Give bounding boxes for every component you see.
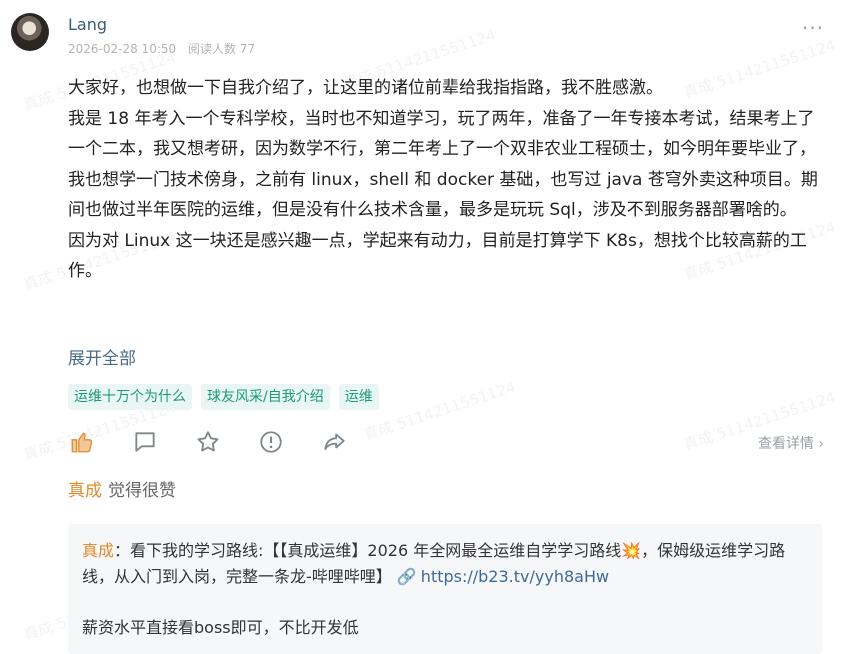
- chevron-right-icon: ›: [818, 436, 824, 452]
- commenter-name[interactable]: 真成: [82, 541, 114, 560]
- more-dots-icon[interactable]: ···: [802, 16, 824, 40]
- content-paragraph: 我是 18 年考入一个专科学校，当时也不知道学习，玩了两年，准备了一年专接本考试…: [68, 108, 818, 221]
- thumbs-up-icon[interactable]: [68, 428, 96, 456]
- comment-link[interactable]: https://b23.tv/yyh8aHw: [421, 567, 609, 586]
- liker-name[interactable]: 真成: [68, 481, 102, 501]
- view-detail-label: 查看详情: [757, 436, 814, 452]
- likes-line: 真成 觉得很赞: [68, 476, 176, 501]
- comment-item: 薪资水平直接看boss即可，不比开发低: [82, 618, 359, 637]
- post-content: 大家好，也想做一下自我介绍了，让这里的诸位前辈给我指指路，我不胜感激。 我是 1…: [68, 73, 828, 287]
- post-meta: 2026-02-28 10:50 阅读人数 77: [68, 40, 255, 57]
- comment-item: 真成：看下我的学习路线:【【真成运维】2026 年全网最全运维自学学习路线💥，保…: [82, 538, 806, 590]
- read-count: 阅读人数 77: [187, 42, 256, 56]
- author-name[interactable]: Lang: [68, 15, 107, 34]
- comment-box: 真成：看下我的学习路线:【【真成运维】2026 年全网最全运维自学学习路线💥，保…: [68, 524, 822, 654]
- share-icon[interactable]: [320, 428, 348, 456]
- action-bar: [68, 428, 383, 456]
- watermark: 真成 5114211551124: [361, 377, 518, 445]
- content-paragraph: 因为对 Linux 这一块还是感兴趣一点，学起来有动力，目前是打算学下 K8s，…: [68, 230, 807, 282]
- content-paragraph: 大家好，也想做一下自我介绍了，让这里的诸位前辈给我指指路，我不胜感激。: [68, 78, 663, 98]
- avatar[interactable]: [11, 13, 49, 51]
- likes-text: 觉得很赞: [108, 481, 176, 501]
- star-icon[interactable]: [194, 428, 222, 456]
- comment-icon[interactable]: [131, 428, 159, 456]
- post-datetime: 2026-02-28 10:50: [68, 42, 177, 56]
- link-icon: 🔗: [396, 567, 417, 586]
- tag-item[interactable]: 运维: [338, 384, 379, 410]
- view-detail-link[interactable]: 查看详情 ›: [758, 433, 824, 453]
- tag-item[interactable]: 运维十万个为什么: [68, 384, 192, 410]
- tag-list: 运维十万个为什么 球友风采/自我介绍 运维: [68, 384, 379, 410]
- tag-item[interactable]: 球友风采/自我介绍: [201, 384, 330, 410]
- alert-icon[interactable]: [257, 428, 285, 456]
- expand-all-link[interactable]: 展开全部: [68, 344, 136, 369]
